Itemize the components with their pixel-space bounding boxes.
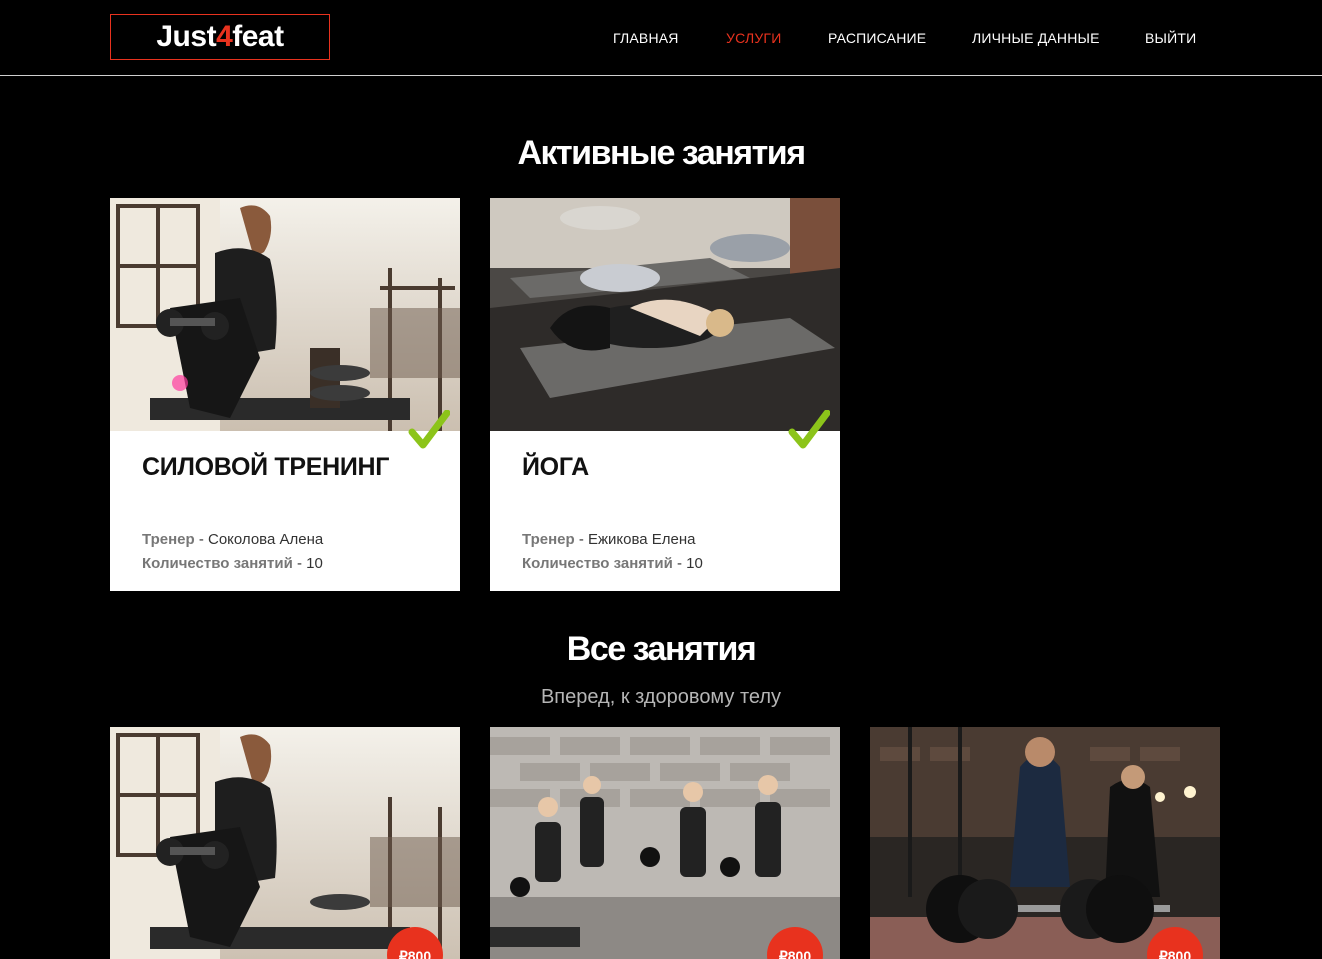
main-nav: ГЛАВНАЯ УСЛУГИ РАСПИСАНИЕ ЛИЧНЫЕ ДАННЫЕ … [0, 30, 1322, 48]
sessions-count-line: Количество занятий - 10 [142, 555, 323, 572]
site-header: Just4feat ГЛАВНАЯ УСЛУГИ РАСПИСАНИЕ ЛИЧН… [0, 0, 1322, 76]
active-card-yoga[interactable]: ЙОГА Тренер - Ежикова Елена Количество з… [490, 198, 840, 591]
check-icon [408, 410, 450, 449]
nav-schedule[interactable]: РАСПИСАНИЕ [828, 30, 926, 46]
strength-training-photo [110, 727, 460, 959]
kettlebell-group-photo [490, 727, 840, 959]
trainer-line: Тренер - Соколова Алена [142, 531, 324, 548]
active-classes-title: Активные занятия [517, 134, 806, 172]
active-card-strength[interactable]: СИЛОВОЙ ТРЕНИНГ Тренер - Соколова Алена … [110, 198, 460, 591]
barbell-deadlift-photo [870, 727, 1220, 959]
class-card-barbell[interactable]: ₽800 [870, 727, 1220, 959]
nav-home[interactable]: ГЛАВНАЯ [613, 30, 679, 46]
check-icon [788, 410, 830, 449]
class-card-strength[interactable]: ₽800 [110, 727, 460, 959]
nav-services[interactable]: УСЛУГИ [726, 30, 781, 46]
card-title: ЙОГА [522, 453, 589, 481]
sessions-count-line: Количество занятий - 10 [522, 555, 703, 572]
trainer-line: Тренер - Ежикова Елена [522, 531, 696, 548]
nav-logout[interactable]: ВЫЙТИ [1145, 30, 1196, 46]
all-classes-subtitle: Вперед, к здоровому телу [540, 686, 782, 708]
card-title: СИЛОВОЙ ТРЕНИНГ [142, 453, 390, 481]
all-classes-title: Все занятия [566, 630, 757, 668]
strength-training-photo [110, 198, 460, 431]
yoga-class-photo [490, 198, 840, 431]
nav-personal-data[interactable]: ЛИЧНЫЕ ДАННЫЕ [972, 30, 1100, 46]
class-card-kettlebell[interactable]: ₽800 [490, 727, 840, 959]
